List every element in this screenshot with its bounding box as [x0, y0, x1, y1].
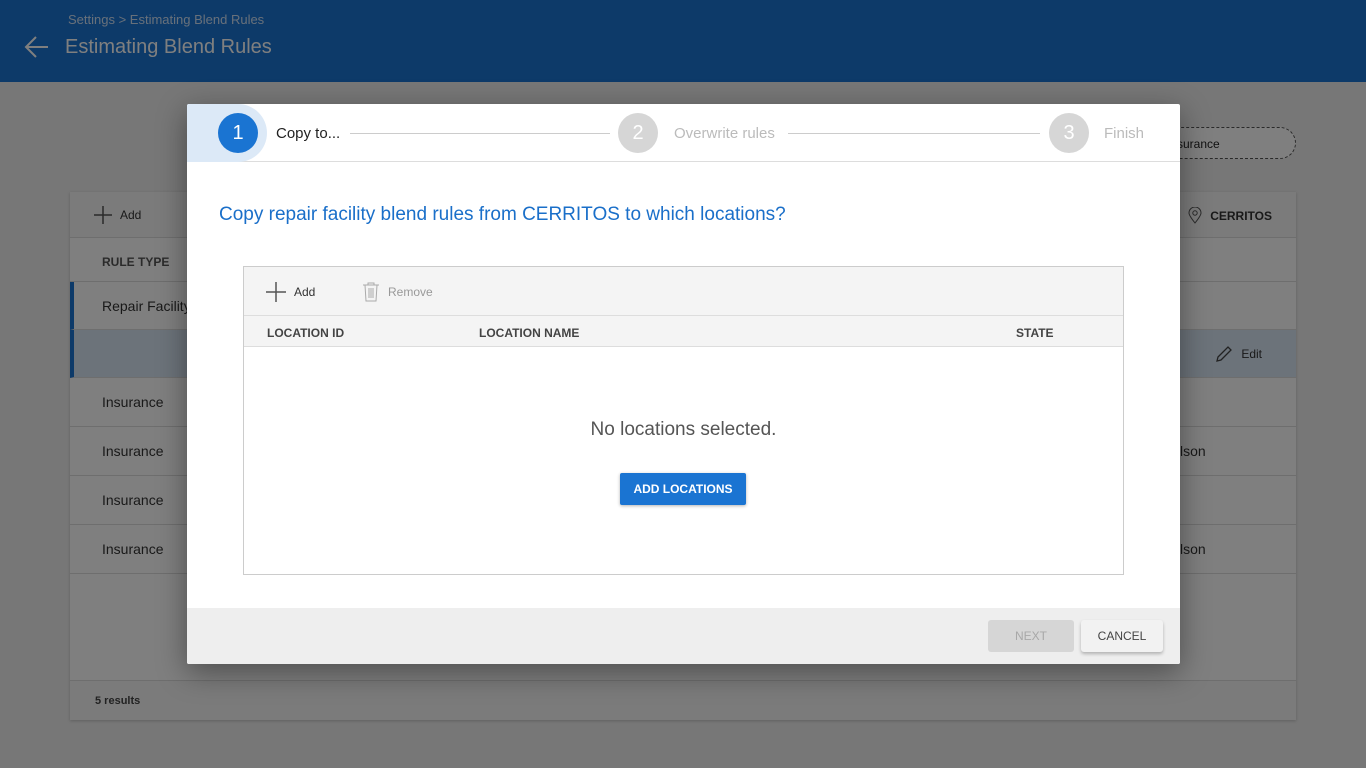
- dialog-footer: NEXT CANCEL: [187, 608, 1180, 664]
- column-state[interactable]: STATE: [1016, 326, 1054, 340]
- step-1-label: Copy to...: [276, 125, 341, 142]
- locations-toolbar: Add Remove: [244, 267, 1123, 316]
- remove-location-button[interactable]: Remove: [362, 282, 433, 302]
- cancel-button[interactable]: CANCEL: [1081, 620, 1163, 652]
- dialog-question: Copy repair facility blend rules from CE…: [219, 204, 786, 225]
- column-location-id[interactable]: LOCATION ID: [267, 326, 344, 340]
- step-1-number: 1: [218, 113, 258, 153]
- plus-icon: [266, 282, 286, 302]
- empty-message: No locations selected.: [590, 419, 777, 440]
- remove-label: Remove: [388, 285, 433, 299]
- step-connector: [350, 133, 610, 134]
- add-label: Add: [294, 285, 316, 299]
- add-locations-button[interactable]: ADD LOCATIONS: [620, 473, 746, 505]
- step-3-number: 3: [1049, 113, 1089, 153]
- step-2-number: 2: [618, 113, 658, 153]
- add-location-button[interactable]: Add: [266, 282, 315, 302]
- column-location-name[interactable]: LOCATION NAME: [479, 326, 579, 340]
- step-2-label: Overwrite rules: [674, 125, 775, 142]
- locations-header: LOCATION ID LOCATION NAME STATE: [244, 316, 1123, 347]
- next-button[interactable]: NEXT: [988, 620, 1074, 652]
- trash-icon: [363, 282, 379, 302]
- stepper: 1 Copy to... 2 Overwrite rules 3 Finish: [187, 104, 1180, 162]
- step-connector: [788, 133, 1040, 134]
- locations-table: Add Remove LOCATION ID LOCATION NAME STA…: [243, 266, 1124, 575]
- step-3-label: Finish: [1104, 125, 1145, 142]
- copy-rules-dialog: 1 Copy to... 2 Overwrite rules 3 Finish …: [187, 104, 1180, 664]
